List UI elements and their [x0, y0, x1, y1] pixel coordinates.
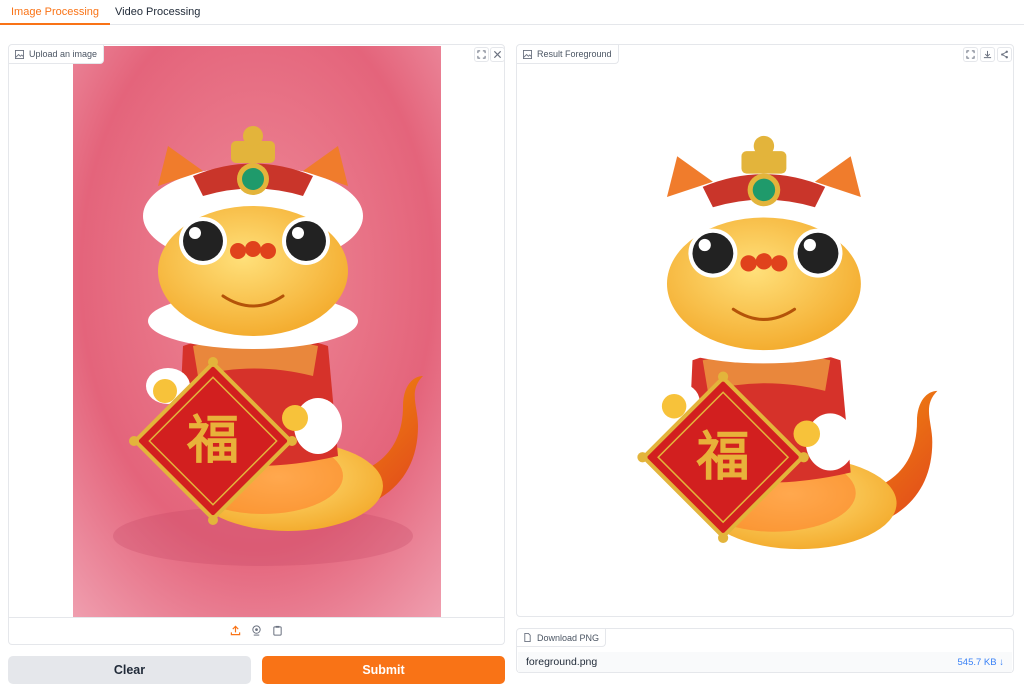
file-size-download-link[interactable]: 545.7 KB ↓ — [958, 657, 1004, 668]
clipboard-source-button[interactable] — [271, 624, 285, 638]
clear-button[interactable]: Clear — [8, 656, 251, 684]
upload-source-button[interactable] — [229, 624, 243, 638]
submit-button[interactable]: Submit — [262, 656, 505, 684]
result-foreground-panel: Result Foreground — [516, 44, 1014, 617]
share-icon — [1001, 50, 1008, 59]
webcam-icon — [252, 625, 261, 636]
output-panel-label: Result Foreground — [517, 45, 619, 64]
fullscreen-icon — [477, 50, 486, 59]
tab-video-processing[interactable]: Video Processing — [104, 0, 211, 25]
image-source-bar — [8, 617, 505, 645]
input-panel-label: Upload an image — [9, 45, 105, 64]
file-row: foreground.png 545.7 KB ↓ — [518, 652, 1012, 672]
file-icon — [524, 633, 531, 642]
output-panel-title: Result Foreground — [537, 49, 612, 59]
file-name: foreground.png — [526, 656, 598, 668]
uploaded-image — [73, 46, 441, 617]
input-image-panel[interactable]: Upload an image — [8, 44, 505, 618]
tab-bar: Image Processing Video Processing — [0, 0, 1024, 25]
download-label: Download PNG — [517, 629, 607, 647]
image-icon — [523, 49, 532, 59]
download-panel: Download PNG foreground.png 545.7 KB ↓ — [516, 628, 1014, 673]
close-icon — [493, 50, 502, 59]
download-icon — [983, 50, 992, 59]
clipboard-icon — [273, 625, 282, 636]
output-download-button[interactable] — [980, 47, 995, 62]
output-share-button[interactable] — [997, 47, 1012, 62]
result-image — [573, 95, 963, 595]
fullscreen-icon — [966, 50, 975, 59]
upload-icon — [230, 625, 241, 636]
fullscreen-button[interactable] — [474, 47, 489, 62]
input-panel-title: Upload an image — [29, 49, 98, 59]
image-icon — [15, 49, 24, 59]
clear-image-button[interactable] — [490, 47, 505, 62]
webcam-source-button[interactable] — [250, 624, 264, 638]
output-fullscreen-button[interactable] — [963, 47, 978, 62]
tab-image-processing[interactable]: Image Processing — [0, 0, 111, 25]
download-label-text: Download PNG — [537, 632, 600, 643]
